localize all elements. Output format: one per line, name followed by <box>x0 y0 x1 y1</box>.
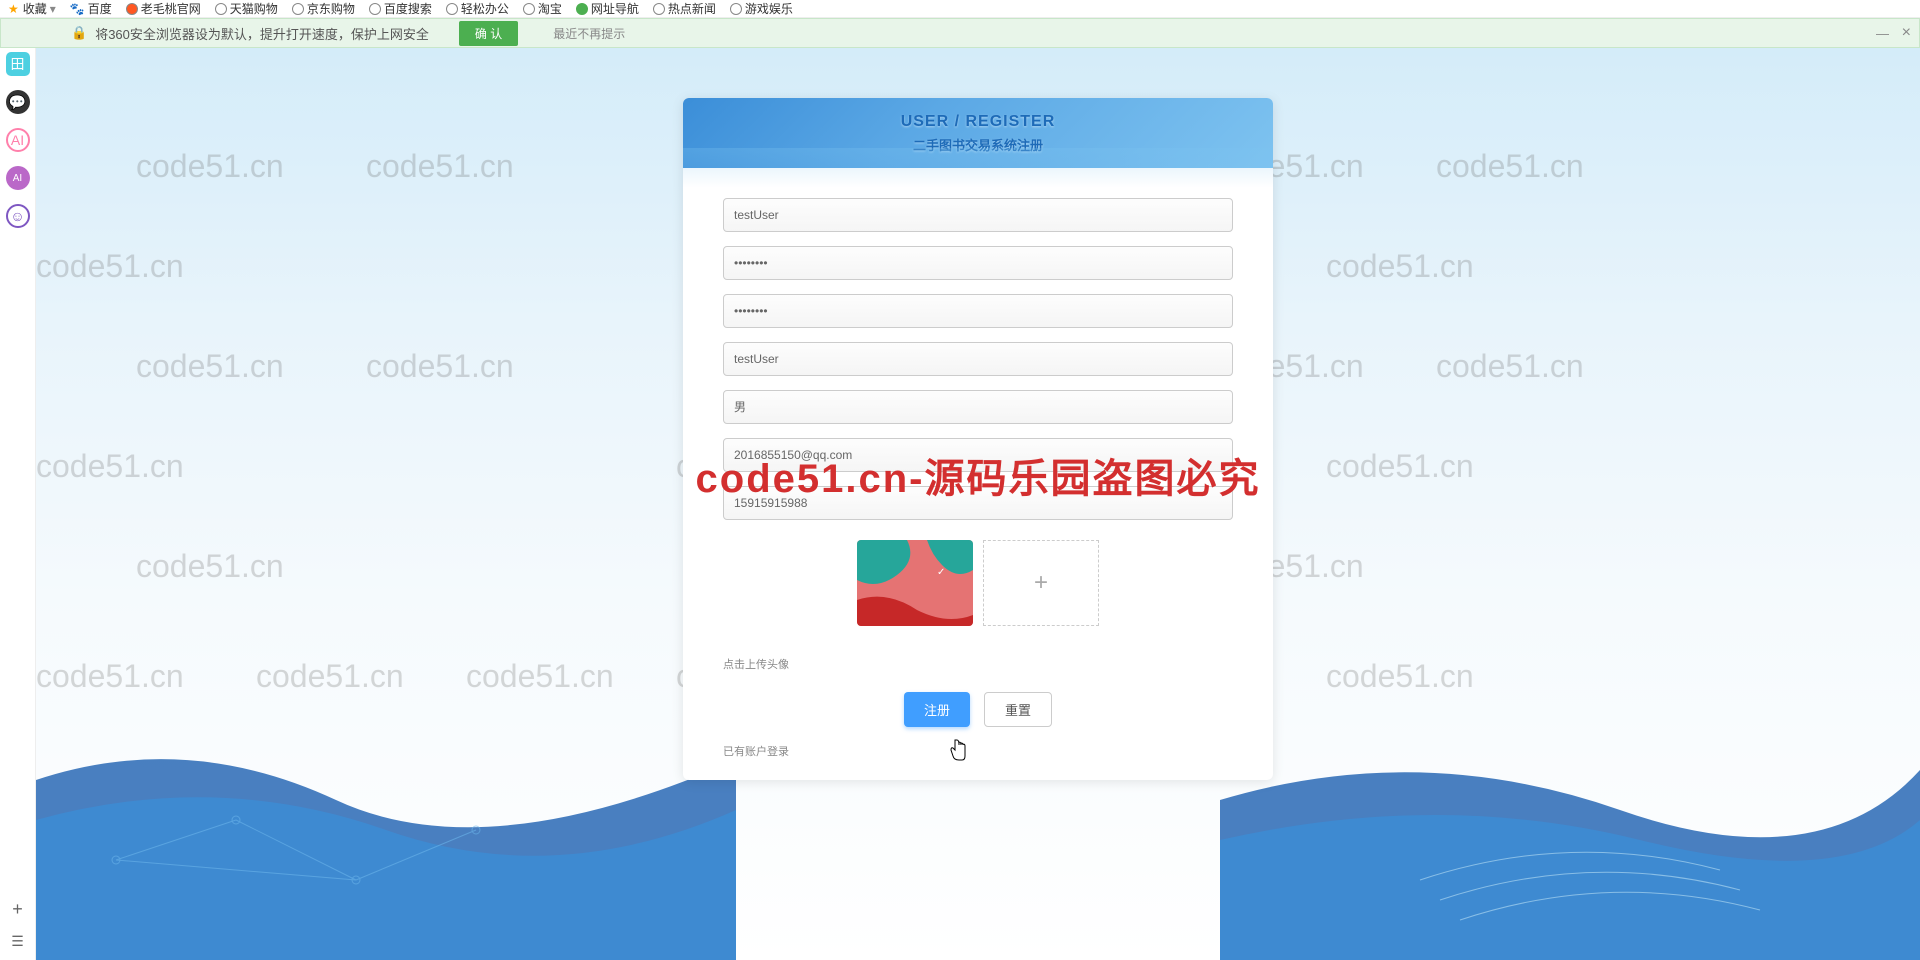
svg-text:✓: ✓ <box>937 567 945 578</box>
login-link[interactable]: 已有账户登录 <box>723 743 789 759</box>
password-input[interactable] <box>723 246 1233 280</box>
upload-hint: 点击上传头像 <box>723 656 1233 672</box>
globe-icon <box>215 3 227 15</box>
watermark: code51.cn <box>366 348 514 385</box>
panel-title-en: USER / REGISTER <box>901 113 1056 131</box>
bookmark-label: 热点新闻 <box>668 0 716 17</box>
bookmark-label: 京东购物 <box>307 0 355 17</box>
wave-decoration <box>1220 680 1920 960</box>
left-sidebar: 田 💬 AI AI ☺ + ☰ <box>0 48 36 960</box>
globe-icon <box>653 3 665 15</box>
favorites-star-icon: ★ <box>8 2 19 16</box>
sidebar-icon-1[interactable]: 田 <box>6 52 30 76</box>
menu-icon[interactable]: ☰ <box>11 933 24 950</box>
bookmark-jd[interactable]: 京东购物 <box>292 0 355 17</box>
watermark: code51.cn <box>366 148 514 185</box>
lock-icon: 🔒 <box>71 25 87 41</box>
watermark: code51.cn <box>36 248 184 285</box>
main-content: code51.cn code51.cn code51.cn code51.cn … <box>36 48 1920 960</box>
paw-icon: 🐾 <box>70 2 85 16</box>
panel-title-cn: 二手图书交易系统注册 <box>913 135 1043 154</box>
bookmark-tmall[interactable]: 天猫购物 <box>215 0 278 17</box>
bookmark-label: 游戏娱乐 <box>745 0 793 17</box>
bookmark-laomaotao[interactable]: 老毛桃官网 <box>126 0 201 17</box>
close-icon[interactable]: × <box>1902 24 1911 42</box>
register-button[interactable]: 注册 <box>904 692 970 727</box>
watermark: code51.cn <box>36 448 184 485</box>
gender-select[interactable]: 男 <box>723 390 1233 424</box>
sidebar-face-icon[interactable]: ☺ <box>6 204 30 228</box>
bookmark-favorites[interactable]: 收藏▾ <box>23 0 56 17</box>
bookmark-label: 网址导航 <box>591 0 639 17</box>
username-input[interactable] <box>723 198 1233 232</box>
button-row: 注册 重置 <box>723 692 1233 727</box>
watermark: code51.cn <box>1326 248 1474 285</box>
watermark: code51.cn <box>136 148 284 185</box>
watermark: code51.cn <box>1436 148 1584 185</box>
bookmark-baidu[interactable]: 🐾百度 <box>70 0 112 17</box>
globe-icon <box>576 3 588 15</box>
notification-message: 将360安全浏览器设为默认，提升打开速度，保护上网安全 <box>95 24 429 43</box>
phone-input[interactable] <box>723 486 1233 520</box>
avatar-upload-area: ✓ + <box>723 540 1233 626</box>
globe-icon <box>730 3 742 15</box>
sidebar-chat-icon[interactable]: 💬 <box>6 90 30 114</box>
bookmark-label: 百度搜索 <box>384 0 432 17</box>
bookmark-label: 轻松办公 <box>461 0 509 17</box>
bookmarks-bar: ★ 收藏▾ 🐾百度 老毛桃官网 天猫购物 京东购物 百度搜索 轻松办公 淘宝 网… <box>0 0 1920 18</box>
globe-icon <box>126 3 138 15</box>
bookmark-taobao[interactable]: 淘宝 <box>523 0 562 17</box>
bookmark-nav[interactable]: 网址导航 <box>576 0 639 17</box>
watermark: code51.cn <box>1326 448 1474 485</box>
wave-decoration <box>36 680 736 960</box>
panel-header: USER / REGISTER 二手图书交易系统注册 <box>683 98 1273 168</box>
globe-icon <box>369 3 381 15</box>
globe-icon <box>523 3 535 15</box>
noshow-button[interactable]: 最近不再提示 <box>553 25 625 42</box>
reset-button[interactable]: 重置 <box>984 692 1052 727</box>
watermark: code51.cn <box>136 548 284 585</box>
sidebar-ai-icon-2[interactable]: AI <box>6 166 30 190</box>
add-icon[interactable]: + <box>12 899 23 920</box>
email-input[interactable] <box>723 438 1233 472</box>
minimize-icon[interactable]: — <box>1876 26 1889 41</box>
sidebar-ai-icon-1[interactable]: AI <box>6 128 30 152</box>
bookmark-label: 收藏 <box>23 0 47 17</box>
panel-body: 男 ✓ + 点击上传头像 注册 重置 <box>683 168 1273 780</box>
globe-icon <box>292 3 304 15</box>
notification-bar: 🔒 将360安全浏览器设为默认，提升打开速度，保护上网安全 确 认 最近不再提示… <box>0 18 1920 48</box>
bookmark-baidusearch[interactable]: 百度搜索 <box>369 0 432 17</box>
bookmark-game[interactable]: 游戏娱乐 <box>730 0 793 17</box>
avatar-add-button[interactable]: + <box>983 540 1099 626</box>
password-confirm-input[interactable] <box>723 294 1233 328</box>
confirm-button[interactable]: 确 认 <box>459 21 518 46</box>
bookmark-news[interactable]: 热点新闻 <box>653 0 716 17</box>
bookmark-label: 天猫购物 <box>230 0 278 17</box>
bookmark-label: 淘宝 <box>538 0 562 17</box>
nickname-input[interactable] <box>723 342 1233 376</box>
register-panel: USER / REGISTER 二手图书交易系统注册 男 ✓ <box>683 98 1273 780</box>
watermark: code51.cn <box>136 348 284 385</box>
avatar-preview[interactable]: ✓ <box>857 540 973 626</box>
bookmark-label: 老毛桃官网 <box>141 0 201 17</box>
bookmark-label: 百度 <box>88 0 112 17</box>
globe-icon <box>446 3 458 15</box>
watermark: code51.cn <box>1436 348 1584 385</box>
bookmark-office[interactable]: 轻松办公 <box>446 0 509 17</box>
